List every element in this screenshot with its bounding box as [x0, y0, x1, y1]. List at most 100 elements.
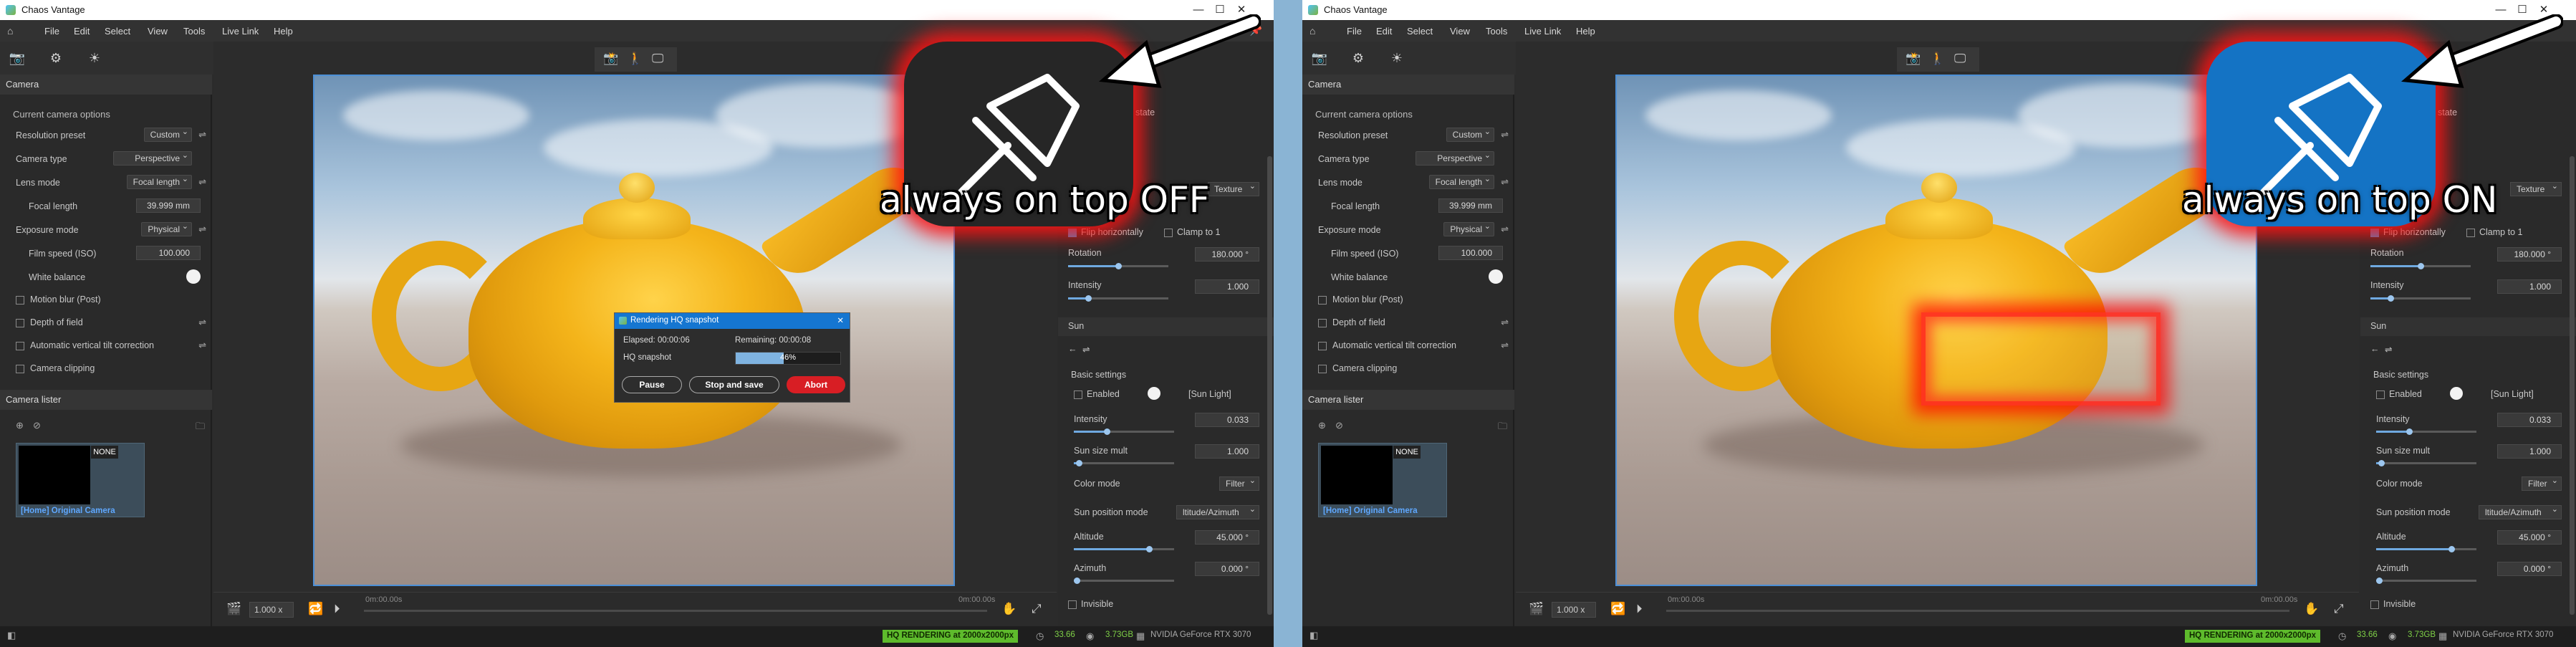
sliders-icon[interactable]: ⇌ — [198, 176, 206, 188]
materials-icon[interactable]: ⚙ — [1350, 49, 1367, 67]
intensity-slider[interactable] — [1068, 295, 1168, 302]
menu-view[interactable]: View — [148, 26, 168, 37]
flip-horizontally-checkbox[interactable] — [1068, 229, 1077, 237]
clapper-icon[interactable]: 🎬 — [1529, 602, 1544, 616]
white-balance-swatch[interactable] — [186, 269, 201, 284]
sun-section-header[interactable]: Sun — [1058, 317, 1274, 336]
intensity-field[interactable]: 1.000 — [1195, 279, 1259, 294]
sun-size-slider[interactable] — [1074, 460, 1174, 466]
rotation-slider[interactable] — [2370, 263, 2471, 269]
sliders-icon[interactable]: ⇌ — [198, 317, 206, 328]
depth-of-field-checkbox[interactable] — [16, 319, 24, 327]
sliders-icon[interactable]: ⇌ — [1501, 176, 1509, 188]
home-icon[interactable]: ⌂ — [7, 25, 19, 37]
focal-length-field[interactable]: 39.999 mm — [136, 198, 201, 213]
auto-tilt-checkbox[interactable] — [1318, 342, 1327, 350]
camera-tool-icon[interactable]: ⊘ — [1335, 420, 1343, 431]
render-view[interactable] — [1615, 75, 2257, 586]
flip-horizontally-checkbox[interactable] — [2370, 229, 2379, 237]
altitude-slider[interactable] — [1074, 546, 1174, 552]
sun-position-dropdown[interactable]: ltitude/Azimuth — [1176, 504, 1259, 519]
menu-select[interactable]: Select — [1407, 26, 1433, 37]
menu-file[interactable]: File — [44, 26, 59, 37]
lights-icon[interactable]: ☀ — [86, 49, 103, 67]
rotation-slider[interactable] — [1068, 263, 1168, 269]
timeline-track[interactable] — [1666, 610, 2289, 612]
sliders-icon[interactable]: ⇌ — [198, 129, 206, 140]
add-camera-icon[interactable]: ⊕ — [16, 420, 24, 431]
texture-dropdown[interactable]: Texture — [2510, 181, 2562, 196]
menu-edit[interactable]: Edit — [74, 26, 90, 37]
sun-intensity-field[interactable]: 0.033 — [2497, 413, 2562, 427]
new-folder-icon[interactable]: 🗀 — [1498, 420, 1507, 436]
camera-list-item[interactable]: NONE [Home] Original Camera — [1318, 443, 1447, 517]
film-speed-field[interactable]: 100.000 — [136, 246, 201, 260]
lens-mode-dropdown[interactable]: Focal length — [1428, 174, 1494, 189]
exposure-mode-dropdown[interactable]: Physical — [1443, 221, 1494, 236]
menu-live-link[interactable]: Live Link — [1524, 26, 1561, 37]
azimuth-field[interactable]: 0.000 ° — [2497, 562, 2562, 576]
azimuth-field[interactable]: 0.000 ° — [1195, 562, 1259, 576]
lights-icon[interactable]: ☀ — [1388, 49, 1405, 67]
menu-tools[interactable]: Tools — [183, 26, 205, 37]
panel-scrollbar[interactable] — [1267, 156, 1272, 615]
color-mode-dropdown[interactable]: Filter — [2522, 476, 2562, 491]
panel-toggle-icon[interactable]: ◧ — [7, 630, 16, 641]
walk-icon[interactable]: 🚶 — [628, 52, 643, 66]
clapper-icon[interactable]: 🎬 — [226, 602, 241, 616]
new-folder-icon[interactable]: 🗀 — [196, 420, 205, 436]
auto-tilt-checkbox[interactable] — [16, 342, 24, 350]
invisible-checkbox[interactable] — [2370, 600, 2379, 609]
sun-position-dropdown[interactable]: ltitude/Azimuth — [2479, 504, 2562, 519]
camera-clipping-checkbox[interactable] — [1318, 365, 1327, 373]
sun-enabled-checkbox[interactable] — [1074, 390, 1082, 399]
lens-mode-dropdown[interactable]: Focal length — [126, 174, 192, 189]
camera-type-dropdown[interactable]: Perspective — [113, 150, 192, 166]
texture-dropdown[interactable]: Texture — [1208, 181, 1259, 196]
camera-icon[interactable]: 📷 — [1311, 49, 1328, 67]
back-arrow-icon[interactable]: ← — [2370, 344, 2380, 354]
azimuth-slider[interactable] — [2376, 577, 2476, 584]
menu-help[interactable]: Help — [274, 26, 293, 37]
play-icon[interactable]: ⏵ — [334, 602, 340, 616]
sun-color-swatch[interactable] — [2450, 387, 2463, 400]
focal-length-field[interactable]: 39.999 mm — [1438, 198, 1503, 213]
sun-size-field[interactable]: 1.000 — [2497, 444, 2562, 459]
sliders-icon[interactable]: ⇌ — [1501, 224, 1509, 235]
play-icon[interactable]: ⏵ — [1636, 602, 1643, 616]
invisible-checkbox[interactable] — [1068, 600, 1077, 609]
sun-section-header[interactable]: Sun — [2360, 317, 2576, 336]
fit-icon[interactable]: ⤢ — [1032, 602, 1042, 616]
loop-icon[interactable]: 🔁 — [308, 602, 323, 616]
sun-intensity-field[interactable]: 0.033 — [1195, 413, 1259, 427]
zoom-field[interactable]: 1.000 x — [249, 602, 294, 618]
sun-enabled-checkbox[interactable] — [2376, 390, 2385, 399]
screenshot-icon[interactable]: 📸 — [1905, 52, 1921, 66]
sun-intensity-slider[interactable] — [1074, 428, 1174, 435]
film-speed-field[interactable]: 100.000 — [1438, 246, 1503, 260]
menu-select[interactable]: Select — [105, 26, 130, 37]
azimuth-slider[interactable] — [1074, 577, 1174, 584]
sliders-icon[interactable]: ⇌ — [1501, 317, 1509, 328]
menu-help[interactable]: Help — [1576, 26, 1595, 37]
sliders-icon[interactable]: ⇌ — [198, 340, 206, 351]
stop-and-save-button[interactable]: Stop and save — [689, 376, 779, 393]
clamp-to-1-checkbox[interactable] — [1164, 229, 1173, 237]
clamp-to-1-checkbox[interactable] — [2466, 229, 2475, 237]
menu-edit[interactable]: Edit — [1376, 26, 1392, 37]
depth-of-field-checkbox[interactable] — [1318, 319, 1327, 327]
hand-icon[interactable]: ✋ — [1001, 602, 1017, 616]
exposure-mode-dropdown[interactable]: Physical — [141, 221, 192, 236]
white-balance-swatch[interactable] — [1489, 269, 1503, 284]
walk-icon[interactable]: 🚶 — [1930, 52, 1945, 66]
display-icon[interactable]: 🖵 — [1954, 52, 1966, 66]
loop-icon[interactable]: 🔁 — [1610, 602, 1625, 616]
sun-intensity-slider[interactable] — [2376, 428, 2476, 435]
home-icon[interactable]: ⌂ — [1309, 25, 1321, 37]
camera-list-item[interactable]: NONE [Home] Original Camera — [16, 443, 145, 517]
panel-scrollbar[interactable] — [2570, 156, 2575, 615]
hand-icon[interactable]: ✋ — [2304, 602, 2319, 616]
rotation-field[interactable]: 180.000 ° — [2497, 247, 2562, 262]
motion-blur-checkbox[interactable] — [1318, 296, 1327, 305]
abort-button[interactable]: Abort — [787, 376, 845, 393]
